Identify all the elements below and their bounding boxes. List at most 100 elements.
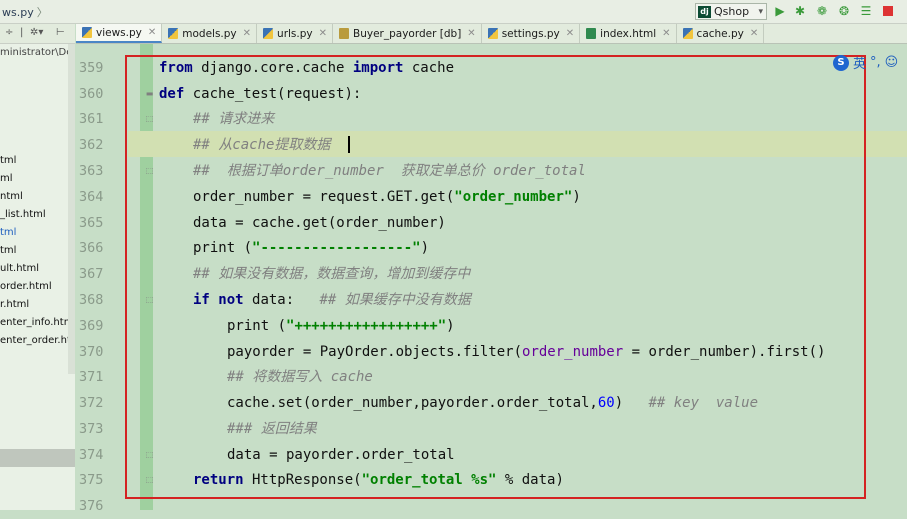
close-icon[interactable]: ✕ bbox=[750, 28, 758, 39]
project-file[interactable]: order.html bbox=[0, 278, 52, 296]
python-file-icon bbox=[82, 27, 92, 38]
line-number: 365 bbox=[79, 215, 104, 231]
line-number: 375 bbox=[79, 472, 104, 488]
code-line[interactable]: data = cache.get(order_number) bbox=[193, 210, 446, 236]
line-number: 362 bbox=[79, 137, 104, 153]
fold-icon[interactable]: ⬚ bbox=[145, 450, 154, 459]
run-coverage-icon[interactable]: ❁ bbox=[815, 4, 829, 18]
divider: | bbox=[20, 27, 24, 38]
close-icon[interactable]: ✕ bbox=[148, 27, 156, 38]
project-file[interactable]: tml bbox=[0, 224, 16, 242]
tab-label: views.py bbox=[96, 26, 142, 39]
fold-icon[interactable]: ▬ bbox=[145, 89, 154, 98]
breadcrumb[interactable]: ws.py 〉 bbox=[2, 4, 48, 20]
code-line[interactable]: def cache_test(request): bbox=[159, 81, 361, 107]
python-file-icon bbox=[682, 28, 693, 39]
line-number: 364 bbox=[79, 189, 104, 205]
vertical-scrollbar[interactable] bbox=[68, 44, 75, 374]
line-number: 374 bbox=[79, 447, 104, 463]
code-line[interactable]: cache.set(order_number,payorder.order_to… bbox=[227, 390, 758, 416]
project-file[interactable]: tml bbox=[0, 242, 16, 260]
fold-icon[interactable]: ⬚ bbox=[145, 475, 154, 484]
line-number: 376 bbox=[79, 498, 104, 514]
code-line[interactable]: from django.core.cache import cache bbox=[159, 55, 454, 81]
code-line[interactable]: if not data: ## 如果缓存中没有数据 bbox=[193, 287, 471, 313]
python-file-icon bbox=[487, 28, 498, 39]
tab-label: models.py bbox=[182, 27, 237, 40]
tab-settings-py[interactable]: settings.py ✕ bbox=[482, 24, 581, 43]
run-configuration-dropdown[interactable]: dj Qshop ▾ bbox=[695, 3, 767, 20]
profile-icon[interactable]: ❂ bbox=[837, 4, 851, 18]
fold-icon[interactable]: ⬚ bbox=[145, 166, 154, 175]
tab-index-html[interactable]: index.html ✕ bbox=[580, 24, 677, 43]
line-number: 368 bbox=[79, 292, 104, 308]
code-line[interactable]: ## 从cache提取数据 bbox=[193, 132, 330, 158]
close-icon[interactable]: ✕ bbox=[467, 28, 475, 39]
breadcrumb-file[interactable]: ws.py bbox=[2, 6, 34, 19]
line-number: 373 bbox=[79, 421, 104, 437]
hide-panel-icon[interactable]: ⊢ bbox=[56, 27, 65, 38]
tab-label: settings.py bbox=[501, 27, 560, 40]
ime-emoji-icon: ☺ bbox=[884, 55, 899, 70]
django-icon: dj bbox=[698, 5, 711, 18]
horizontal-scrollbar[interactable] bbox=[0, 449, 75, 467]
debug-icon[interactable]: ✱ bbox=[793, 4, 807, 18]
project-root-path[interactable]: ministrator\De bbox=[0, 44, 72, 62]
line-number: 360 bbox=[79, 86, 104, 102]
code-line[interactable]: print ("+++++++++++++++++") bbox=[227, 313, 455, 339]
tab-models-py[interactable]: models.py ✕ bbox=[162, 24, 258, 43]
input-method-indicator[interactable]: S 英 °, ☺ bbox=[833, 53, 898, 72]
line-number: 370 bbox=[79, 344, 104, 360]
code-line[interactable]: return HttpResponse("order_total %s" % d… bbox=[193, 467, 564, 493]
run-icon[interactable]: ▶ bbox=[773, 4, 787, 18]
python-file-icon bbox=[263, 28, 274, 39]
project-file[interactable]: ult.html bbox=[0, 260, 39, 278]
fold-icon[interactable]: ⬚ bbox=[145, 295, 154, 304]
project-file[interactable]: tml bbox=[0, 152, 16, 170]
fold-icon[interactable]: ⬚ bbox=[145, 114, 154, 123]
close-icon[interactable]: ✕ bbox=[662, 28, 670, 39]
editor-tabs: views.py ✕ models.py ✕ urls.py ✕ Buyer_p… bbox=[76, 24, 907, 44]
close-icon[interactable]: ✕ bbox=[243, 28, 251, 39]
tab-label: index.html bbox=[600, 27, 657, 40]
project-toolbar: ÷ | ✲▾ ⊢ bbox=[0, 24, 75, 44]
code-line[interactable]: ## 如果没有数据，数据查询，增加到缓存中 bbox=[193, 261, 470, 287]
project-file[interactable]: enter_info.html bbox=[0, 314, 75, 332]
ime-language-label: 英 bbox=[853, 57, 867, 72]
project-tree: ministrator\De tml ml ntml _list.html tm… bbox=[0, 44, 75, 510]
gear-icon[interactable]: ✲▾ bbox=[30, 27, 43, 38]
close-icon[interactable]: ✕ bbox=[566, 28, 574, 39]
code-line[interactable]: ### 返回结果 bbox=[227, 416, 317, 442]
line-number: 372 bbox=[79, 395, 104, 411]
code-line[interactable]: ## 将数据写入 cache bbox=[227, 364, 373, 390]
code-line[interactable]: data = payorder.order_total bbox=[227, 442, 455, 468]
stop-icon[interactable] bbox=[881, 4, 895, 18]
python-file-icon bbox=[168, 28, 179, 39]
code-line[interactable]: print ("------------------") bbox=[193, 235, 429, 261]
project-file[interactable]: r.html bbox=[0, 296, 29, 314]
line-number: 369 bbox=[79, 318, 104, 334]
project-file[interactable]: _list.html bbox=[0, 206, 46, 224]
line-number: 367 bbox=[79, 266, 104, 282]
tab-label: cache.py bbox=[696, 27, 744, 40]
code-line[interactable]: payorder = PayOrder.objects.filter(order… bbox=[227, 339, 825, 365]
collapse-all-icon[interactable]: ÷ bbox=[5, 27, 13, 38]
code-line[interactable]: ## 请求进来 bbox=[193, 106, 274, 132]
sogou-ime-icon: S bbox=[833, 54, 849, 71]
tab-urls-py[interactable]: urls.py ✕ bbox=[257, 24, 334, 43]
code-line[interactable]: order_number = request.GET.get("order_nu… bbox=[193, 184, 581, 210]
database-table-icon bbox=[339, 28, 350, 39]
tab-views-py[interactable]: views.py ✕ bbox=[76, 24, 163, 43]
line-number: 359 bbox=[79, 60, 104, 76]
close-icon[interactable]: ✕ bbox=[319, 28, 327, 39]
navigation-bar: ws.py 〉 dj Qshop ▾ ▶ ✱ ❁ ❂ ☰ bbox=[0, 0, 907, 24]
project-file[interactable]: ntml bbox=[0, 188, 23, 206]
html-file-icon bbox=[586, 28, 597, 39]
code-line[interactable]: ## 根据订单order_number 获取定单总价 order_total bbox=[193, 158, 586, 184]
concurrency-icon[interactable]: ☰ bbox=[859, 4, 873, 18]
project-file[interactable]: enter_order.htm bbox=[0, 332, 75, 350]
tab-cache-py[interactable]: cache.py ✕ bbox=[677, 24, 765, 43]
tab-label: urls.py bbox=[277, 27, 313, 40]
project-file[interactable]: ml bbox=[0, 170, 13, 188]
tab-buyer-payorder-db[interactable]: Buyer_payorder [db] ✕ bbox=[333, 24, 482, 43]
